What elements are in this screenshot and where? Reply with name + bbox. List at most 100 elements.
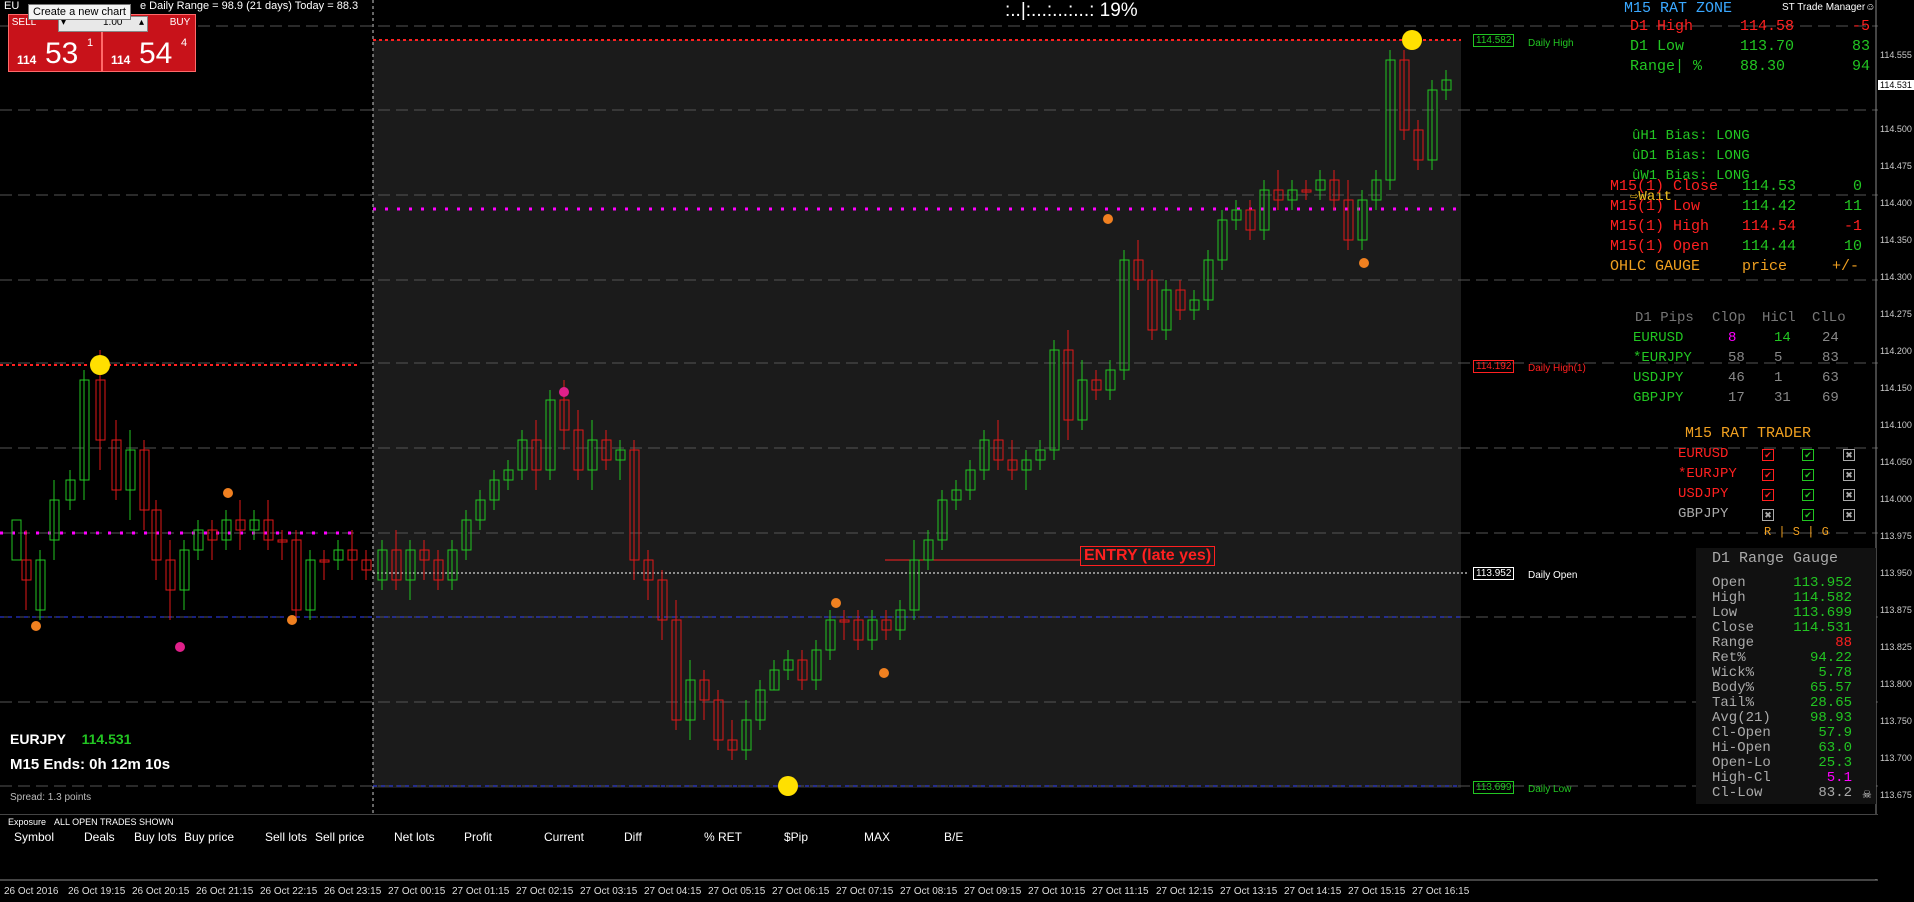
- pips-header: ClOp: [1712, 310, 1746, 326]
- pips-header: ClLo: [1812, 310, 1846, 326]
- sell-price-small: 1: [87, 37, 94, 49]
- daily-low-price-box: 113.699: [1473, 781, 1515, 794]
- gauge-value: 65.57: [1809, 680, 1852, 696]
- pips-symbol: *EURJPY: [1633, 350, 1692, 366]
- gauge-label: Close: [1712, 620, 1755, 636]
- arrow-marker-icon: [831, 598, 841, 608]
- chart-title: e Daily Range = 98.9 (21 days) Today = 8…: [140, 0, 359, 12]
- rat-zone-title: M15 RAT ZONE: [1624, 0, 1733, 17]
- sell-price-big: 53: [45, 37, 79, 70]
- trader-checkbox-g[interactable]: ✖: [1843, 449, 1855, 461]
- m15-ends: M15 Ends: 0h 12m 10s: [10, 756, 171, 773]
- bias-h1: ûH1 Bias: LONG: [1632, 128, 1750, 144]
- y-tick: 114.275: [1880, 309, 1912, 319]
- daily-low-label: Daily Low: [1528, 784, 1572, 795]
- price-chart[interactable]: [0, 0, 1914, 902]
- buy-label: BUY: [169, 17, 191, 28]
- x-tick: 27 Oct 03:15: [580, 886, 638, 897]
- pips-hicl: 31: [1774, 390, 1791, 406]
- arrow-marker-icon: [1103, 214, 1113, 224]
- x-tick: 27 Oct 10:15: [1028, 886, 1086, 897]
- exposure-column-header: B/E: [944, 830, 964, 844]
- exposure-column-header: $Pip: [784, 830, 809, 844]
- y-tick: 114.100: [1880, 420, 1912, 430]
- y-tick: 114.000: [1880, 494, 1912, 504]
- trader-checkbox-r[interactable]: ✖: [1762, 509, 1774, 521]
- rat-zone-value: 114.58: [1740, 18, 1795, 35]
- gauge-label: Hi-Open: [1712, 740, 1771, 756]
- ohlc-label: M15(1) Open: [1610, 238, 1710, 255]
- ohlc-diff: -1: [1843, 218, 1862, 235]
- lot-up-icon[interactable]: ▴: [139, 17, 144, 28]
- x-tick: 27 Oct 16:15: [1412, 886, 1470, 897]
- rat-zone-value: 113.70: [1740, 38, 1795, 55]
- pips-hicl: 5: [1774, 350, 1783, 366]
- trader-checkbox-s[interactable]: ✔: [1802, 489, 1814, 501]
- ohlc-label: M15(1) Close: [1610, 178, 1719, 195]
- gauge-label: Wick%: [1712, 665, 1755, 681]
- exposure-column-header: Diff: [624, 830, 642, 844]
- daily-open-price-box: 113.952: [1473, 567, 1515, 580]
- buy-price-small: 4: [181, 37, 188, 49]
- exposure-column-header: Current: [544, 830, 585, 844]
- trader-checkbox-s[interactable]: ✔: [1802, 509, 1814, 521]
- x-tick: 27 Oct 12:15: [1156, 886, 1214, 897]
- rat-trader-title: M15 RAT TRADER: [1685, 425, 1812, 442]
- daily-high-price-box: 114.582: [1473, 34, 1515, 47]
- x-tick: 26 Oct 23:15: [324, 886, 382, 897]
- ohlc-value: 114.53: [1742, 178, 1797, 195]
- trader-checkbox-r[interactable]: ✔: [1762, 449, 1774, 461]
- gauge-value: 88: [1835, 635, 1852, 651]
- y-tick: 113.700: [1880, 753, 1912, 763]
- trader-checkbox-g[interactable]: ✖: [1843, 469, 1855, 481]
- ohlc-diff: 11: [1843, 198, 1862, 215]
- pips-cllo: 69: [1822, 390, 1839, 406]
- bias-d1: ûD1 Bias: LONG: [1632, 148, 1750, 164]
- trader-checkbox-g[interactable]: ✖: [1843, 489, 1855, 501]
- rat-zone-value: 88.30: [1740, 58, 1786, 75]
- exposure-column-header: Buy lots: [134, 830, 177, 844]
- buy-price-big: 54: [139, 37, 173, 70]
- rat-zone-diff: -5: [1851, 18, 1870, 35]
- exposure-column-header: Net lots: [394, 830, 435, 844]
- ohlc-gauge-label: OHLC GAUGE: [1610, 258, 1701, 275]
- gauge-value: 94.22: [1809, 650, 1852, 666]
- trader-checkbox-s[interactable]: ✔: [1802, 469, 1814, 481]
- exposure-column-header: Profit: [464, 830, 493, 844]
- x-tick: 27 Oct 07:15: [836, 886, 894, 897]
- trader-checkbox-s[interactable]: ✔: [1802, 449, 1814, 461]
- y-tick: 113.950: [1880, 568, 1912, 578]
- trader-checkbox-r[interactable]: ✔: [1762, 469, 1774, 481]
- trader-checkbox-r[interactable]: ✔: [1762, 489, 1774, 501]
- daily-high1-label: Daily High(1): [1528, 363, 1586, 374]
- rat-trader-footer: R | S | G: [1764, 525, 1829, 539]
- range-gauge-title: D1 Range Gauge: [1712, 550, 1839, 567]
- pips-cllo: 63: [1822, 370, 1839, 386]
- x-tick: 27 Oct 02:15: [516, 886, 574, 897]
- rat-zone-label: D1 Low: [1630, 38, 1685, 55]
- gauge-label: Ret%: [1712, 650, 1746, 666]
- pips-clop: 58: [1728, 350, 1745, 366]
- trader-checkbox-g[interactable]: ✖: [1843, 509, 1855, 521]
- x-tick: 27 Oct 05:15: [708, 886, 766, 897]
- ohlc-gauge-pm: +/-: [1832, 258, 1860, 275]
- symbol-price: 114.531: [81, 731, 132, 747]
- exposure-tab[interactable]: Exposure: [8, 817, 46, 827]
- gauge-value: 28.65: [1809, 695, 1852, 711]
- ohlc-label: M15(1) High: [1610, 218, 1710, 235]
- rat-zone-label: D1 High: [1630, 18, 1694, 35]
- gauge-label: Body%: [1712, 680, 1755, 696]
- y-tick: 113.975: [1880, 531, 1912, 541]
- arrow-marker-icon: [175, 642, 185, 652]
- x-tick: 27 Oct 11:15: [1092, 886, 1149, 897]
- x-tick: 26 Oct 19:15: [68, 886, 126, 897]
- pips-symbol: GBPJPY: [1633, 390, 1684, 406]
- st-trade-manager[interactable]: ST Trade Manager☺: [1782, 2, 1875, 13]
- exposure-column-header: Sell lots: [265, 830, 308, 844]
- y-tick: 113.875: [1880, 605, 1912, 615]
- symbol-line: EURJPY 114.531: [10, 731, 131, 747]
- x-tick: 27 Oct 15:15: [1348, 886, 1406, 897]
- gauge-value: 83.2: [1818, 785, 1852, 801]
- pips-clop: 46: [1728, 370, 1745, 386]
- exposure-column-header: Symbol: [14, 830, 55, 844]
